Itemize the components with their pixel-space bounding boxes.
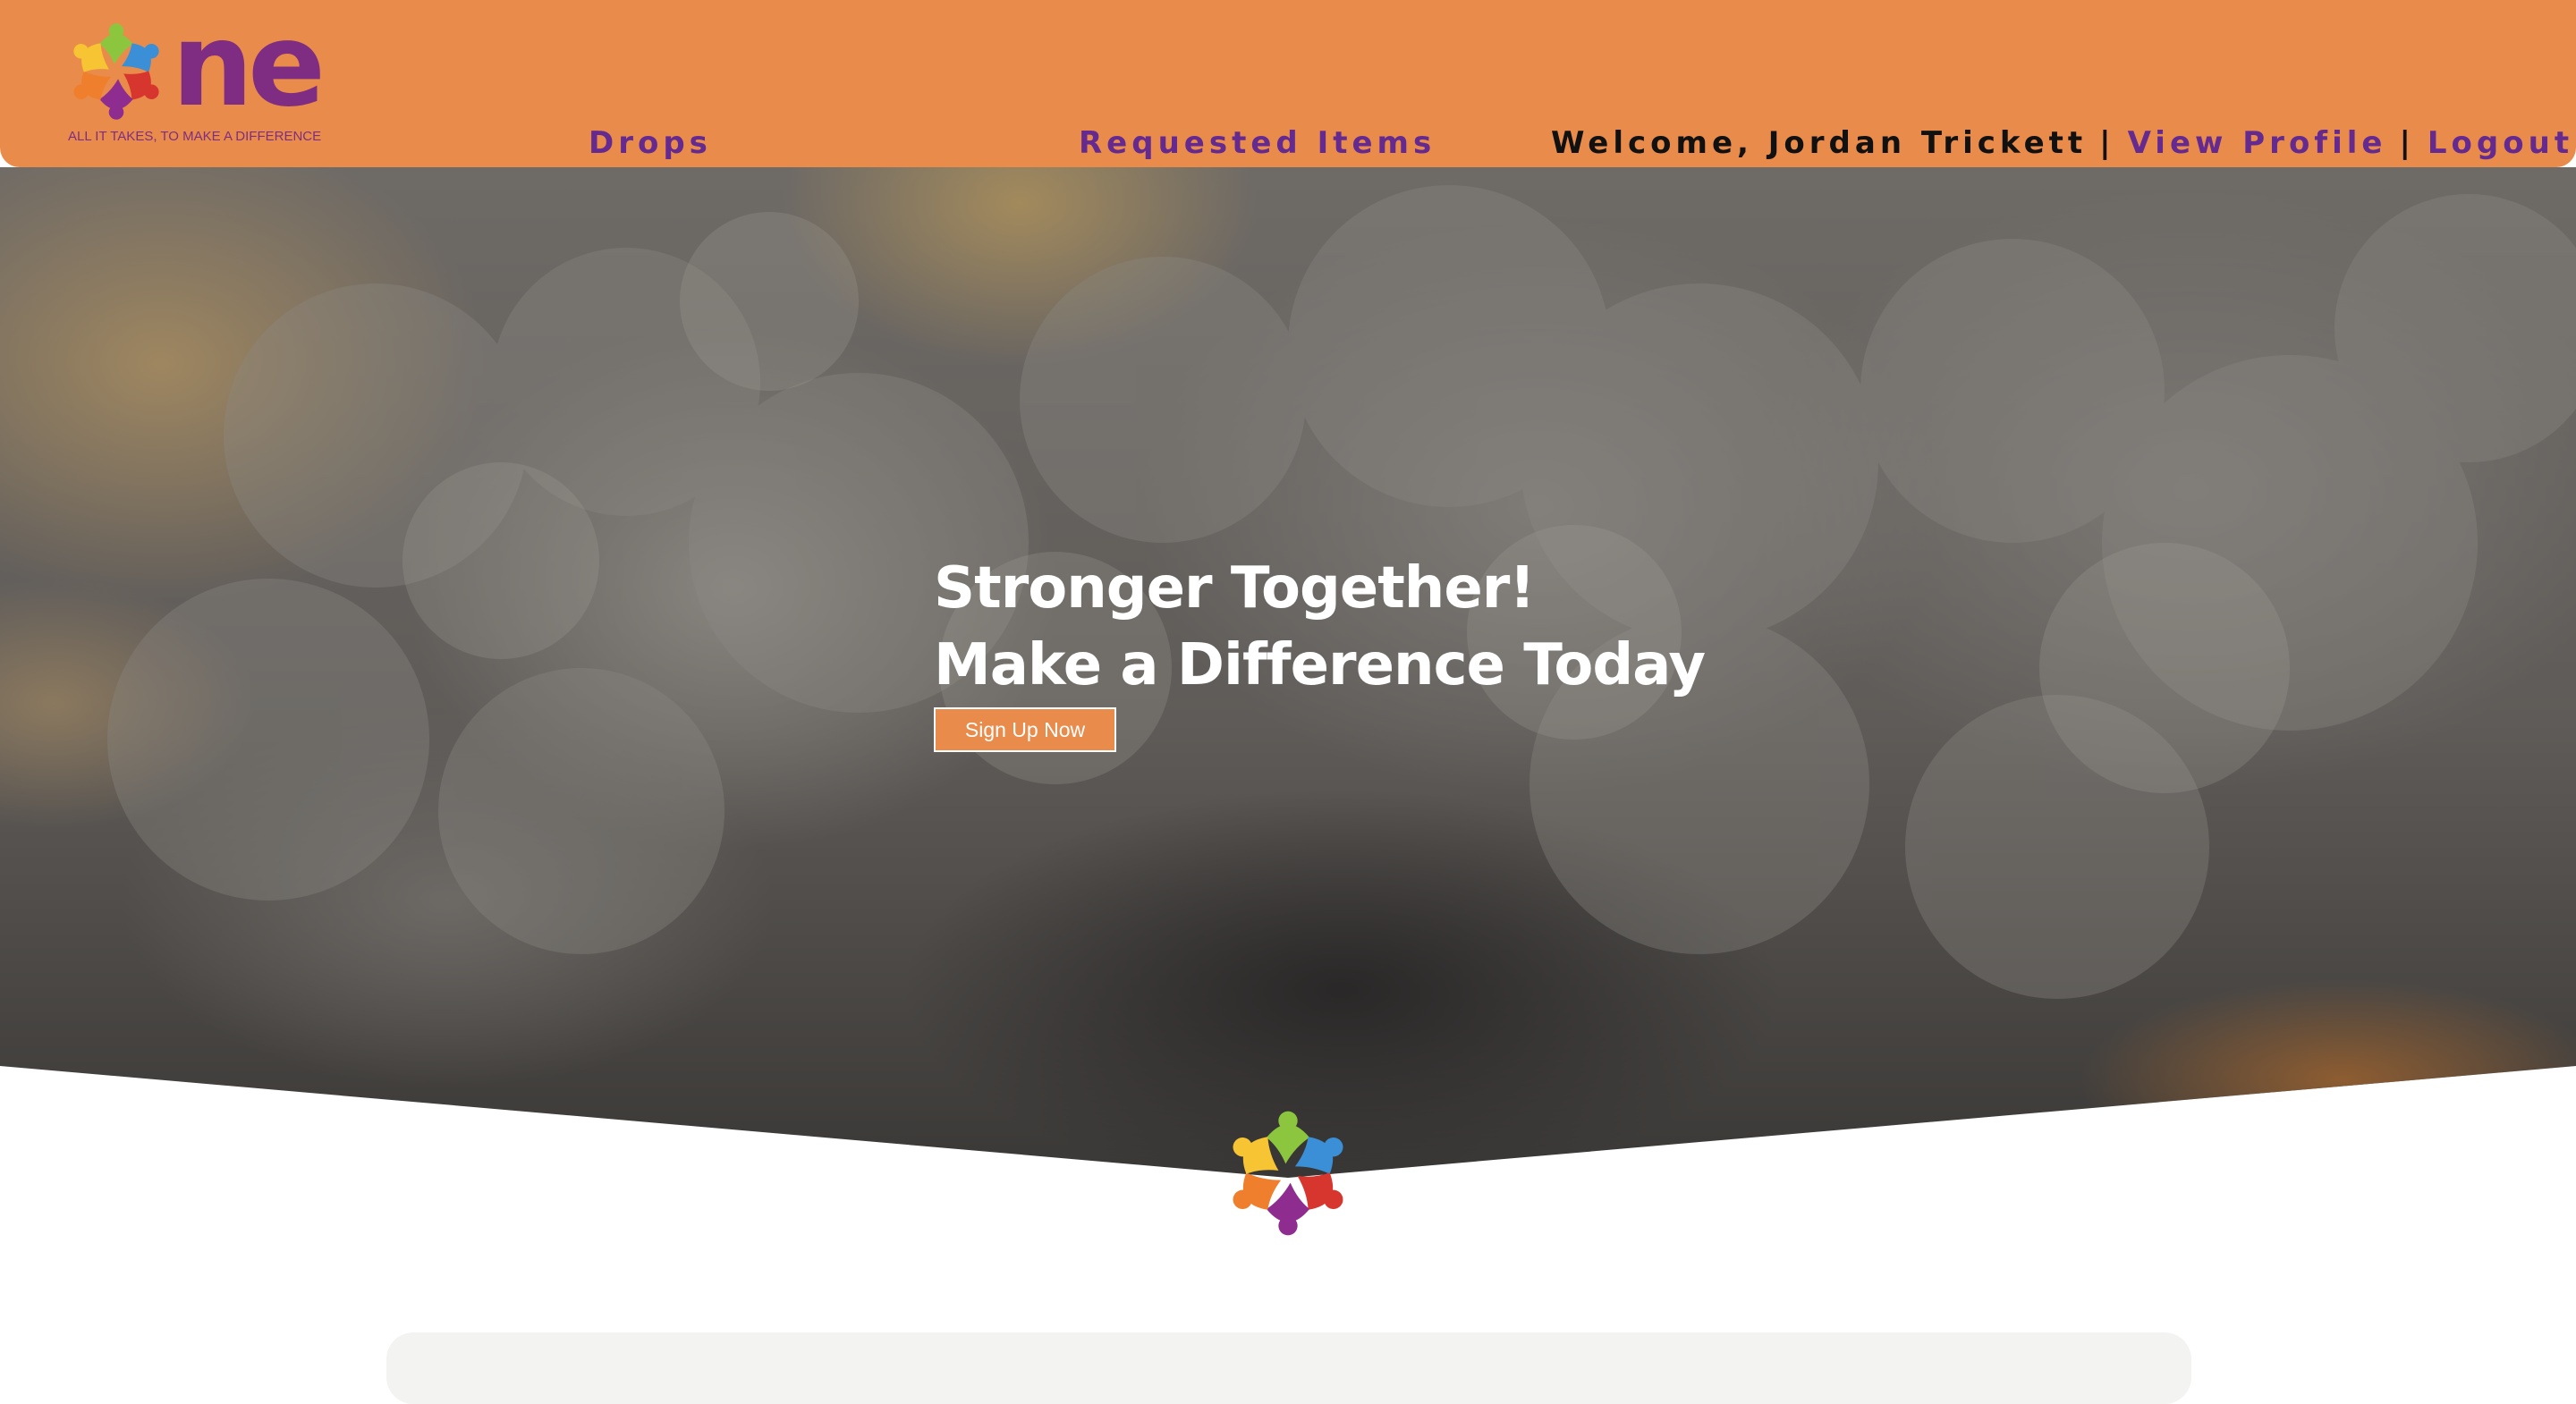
people-circle-logo-icon — [1233, 1111, 1343, 1236]
welcome-text: Welcome, Jordan Trickett — [1551, 125, 2088, 161]
hero-line-2: Make a Difference Today — [934, 632, 1706, 698]
site-header: ne ALL IT TAKES, TO MAKE A DIFFERENCE Dr… — [0, 0, 2576, 167]
hero-line-1: Stronger Together! — [934, 555, 1536, 622]
hero-banner: Stronger Together! Make a Difference Tod… — [0, 167, 2576, 1178]
logo-wordmark: ne — [172, 0, 326, 132]
hero-headline: Stronger Together! Make a Difference Tod… — [934, 550, 1706, 704]
people-circle-logo-icon — [73, 23, 159, 120]
view-profile-link[interactable]: View Profile — [2128, 125, 2387, 161]
site-logo[interactable]: ne ALL IT TAKES, TO MAKE A DIFFERENCE — [61, 9, 326, 148]
sign-up-button[interactable]: Sign Up Now — [934, 707, 1116, 752]
nav-requested-items[interactable]: Requested Items — [1079, 123, 1436, 163]
logo-tagline: ALL IT TAKES, TO MAKE A DIFFERENCE — [68, 129, 322, 144]
nav-separator: | — [2399, 125, 2415, 161]
account-nav: Welcome, Jordan Trickett | View Profile | Lo… — [1551, 123, 2573, 163]
nav-requested-items-link[interactable]: Requested Items — [1079, 125, 1436, 161]
logout-link[interactable]: Logout — [2428, 125, 2573, 161]
nav-drops-link[interactable]: Drops — [589, 125, 712, 161]
content-panel — [386, 1332, 2191, 1404]
nav-separator: | — [2099, 125, 2115, 161]
nav-drops[interactable]: Drops — [589, 123, 712, 163]
